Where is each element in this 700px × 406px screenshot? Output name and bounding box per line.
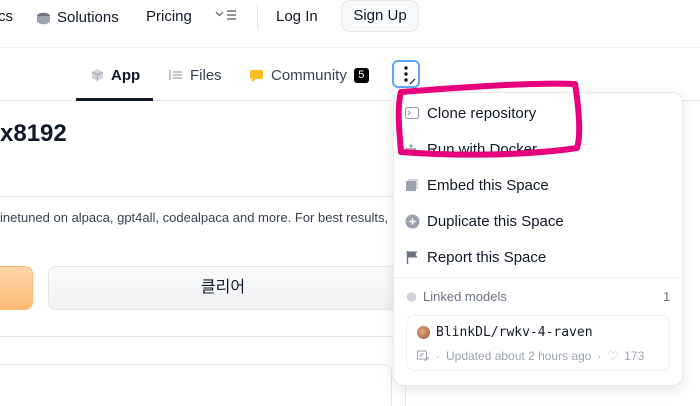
signup-button[interactable]: Sign Up	[341, 0, 419, 32]
tab-community-label: Community	[271, 66, 347, 84]
menu-item-label: Duplicate this Space	[427, 212, 564, 230]
files-icon	[169, 69, 183, 81]
divider	[0, 196, 395, 197]
tab-files[interactable]: Files	[169, 65, 222, 85]
cube-icon	[91, 68, 104, 82]
linked-model-card[interactable]: BlinkDL/rwkv-4-raven · Updated about 2 h…	[406, 315, 670, 371]
menu-item-run-with-docker[interactable]: Run with Docker	[404, 137, 537, 161]
nav-item-solutions[interactable]: Solutions	[36, 7, 119, 29]
kebab-icon	[394, 62, 418, 86]
model-likes: 173	[624, 349, 645, 363]
output-panel	[0, 364, 392, 406]
menu-item-report-space[interactable]: Report this Space	[404, 245, 546, 269]
nav-item-pricing[interactable]: Pricing	[146, 7, 192, 29]
model-meta-row: · Updated about 2 hours ago · ♡ 173	[417, 349, 644, 363]
chevron-list-icon[interactable]	[214, 6, 238, 28]
more-options-button[interactable]	[392, 60, 420, 88]
heart-icon: ♡	[607, 349, 619, 363]
solutions-icon	[36, 12, 51, 25]
more-options-menu: Clone repository Run with Docker Embed t…	[393, 92, 683, 386]
active-tab-indicator	[76, 98, 153, 101]
menu-item-embed-space[interactable]: Embed this Space	[404, 173, 549, 197]
duplicate-icon	[404, 213, 420, 229]
model-name-row: BlinkDL/rwkv-4-raven	[417, 325, 593, 340]
space-description: inetuned on alpaca, gpt4all, codealpaca …	[0, 210, 389, 225]
text-generation-icon	[417, 350, 430, 362]
linked-models-count: 1	[663, 289, 671, 304]
community-icon	[249, 68, 264, 82]
tab-files-label: Files	[190, 66, 222, 84]
login-link[interactable]: Log In	[276, 7, 318, 29]
model-updated: Updated about 2 hours ago	[446, 349, 592, 363]
menu-item-clone-repository[interactable]: Clone repository	[404, 101, 536, 125]
tab-community[interactable]: Community 5	[249, 65, 369, 85]
docker-icon	[404, 141, 420, 157]
community-count-badge: 5	[353, 67, 369, 83]
submit-button[interactable]	[0, 266, 33, 310]
terminal-icon	[404, 105, 420, 121]
meta-separator: ·	[597, 349, 602, 363]
nav-item-fragment[interactable]: cs	[0, 7, 13, 29]
linked-models-heading: Linked models	[406, 289, 507, 304]
flag-icon	[404, 249, 420, 265]
menu-item-label: Report this Space	[427, 248, 547, 266]
menu-divider	[394, 277, 682, 278]
cube-icon	[406, 291, 417, 303]
menu-item-duplicate-space[interactable]: Duplicate this Space	[404, 209, 564, 233]
linked-models-label: Linked models	[423, 289, 507, 304]
tab-app[interactable]: App	[91, 65, 140, 85]
tab-app-label: App	[111, 66, 141, 84]
avatar	[417, 326, 430, 339]
nav-solutions-label: Solutions	[57, 9, 119, 26]
menu-item-label: Run with Docker	[427, 140, 538, 158]
model-name[interactable]: BlinkDL/rwkv-4-raven	[436, 325, 593, 340]
divider	[0, 336, 395, 337]
embed-icon	[404, 177, 420, 193]
nav-divider	[257, 4, 258, 30]
space-title: x8192	[0, 120, 67, 147]
meta-separator: ·	[436, 349, 440, 363]
menu-item-label: Clone repository	[427, 104, 537, 122]
top-nav: cs Solutions Pricing Log In Sign Up	[0, 0, 700, 48]
menu-item-label: Embed this Space	[427, 176, 549, 194]
clear-button[interactable]: 클리어	[48, 266, 398, 310]
